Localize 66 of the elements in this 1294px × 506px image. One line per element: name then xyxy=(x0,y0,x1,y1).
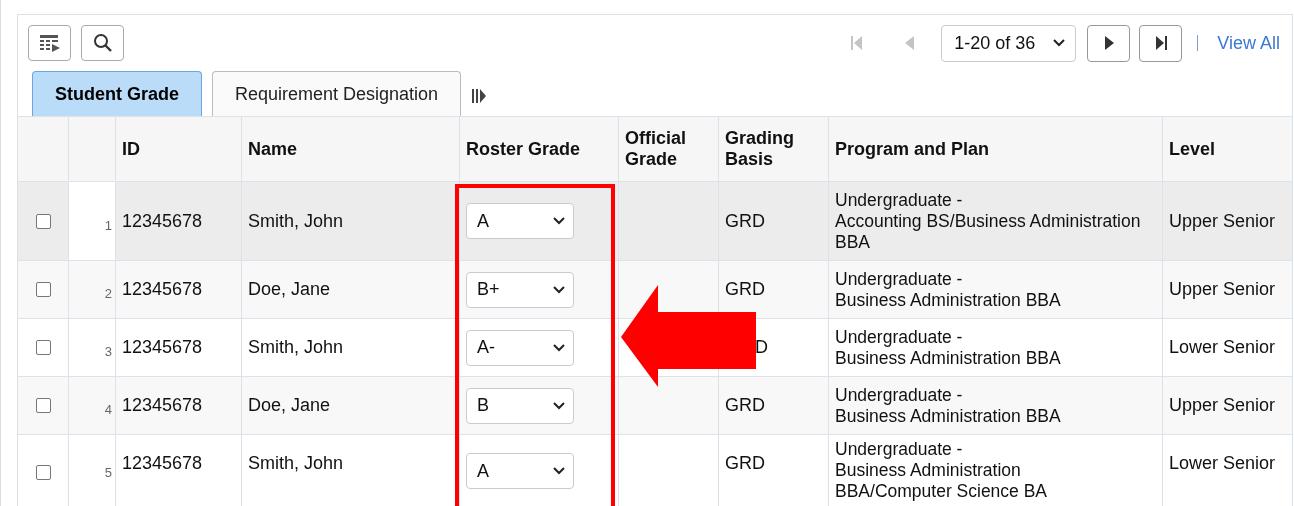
caret-icon xyxy=(553,343,565,352)
program-plan: Undergraduate - Business Administration BBA xyxy=(835,326,1061,369)
show-columns-icon[interactable] xyxy=(471,88,488,104)
caret-icon xyxy=(553,285,565,294)
student-name: Smith, John xyxy=(248,337,344,358)
student-id: 12345678 xyxy=(122,337,203,358)
grid-icon xyxy=(38,34,61,52)
grading-basis: D xyxy=(755,337,768,358)
student-id: 12345678 xyxy=(122,279,203,300)
caret-icon xyxy=(553,217,565,225)
student-id: 12345678 xyxy=(122,395,203,416)
grade-select[interactable]: A- xyxy=(466,329,574,366)
next-icon xyxy=(1102,35,1115,51)
grading-basis: GRD xyxy=(725,279,765,300)
first-page-icon xyxy=(849,35,864,51)
student-level: Upper Senior xyxy=(1169,279,1276,300)
row-checkbox[interactable] xyxy=(35,213,51,229)
grade-value: A- xyxy=(477,337,495,358)
row-checkbox[interactable] xyxy=(35,340,51,355)
row-checkbox[interactable] xyxy=(35,282,51,297)
tab[interactable]: Student Grade xyxy=(32,71,202,116)
grade-value: B+ xyxy=(477,279,500,300)
student-level: Lower Senior xyxy=(1169,337,1276,358)
student-level: Lower Senior xyxy=(1169,453,1276,474)
student-name: Doe, Jane xyxy=(248,279,331,300)
grade-value: A xyxy=(477,460,489,482)
row-number: 5 xyxy=(104,465,112,480)
grading-basis: GRD xyxy=(725,453,765,474)
caret-icon xyxy=(553,467,565,475)
student-level: Upper Senior xyxy=(1169,395,1276,416)
tab[interactable]: Requirement Designation xyxy=(212,71,462,116)
page-range-select[interactable]: 1-20 of 36 xyxy=(941,24,1077,62)
grade-select[interactable]: B+ xyxy=(466,271,574,308)
grading-basis: GRD xyxy=(725,395,765,416)
program-plan: Undergraduate - Accounting BS/Business Administration BBA xyxy=(835,189,1141,253)
grading-basis: GRD xyxy=(725,210,765,232)
view-all-link[interactable]: View All xyxy=(1217,32,1280,54)
program-plan: Undergraduate - Business Administration BBA xyxy=(835,268,1061,311)
grade-value: A xyxy=(477,210,489,232)
student-level: Upper Senior xyxy=(1169,210,1276,232)
next-page-button[interactable] xyxy=(1087,24,1131,62)
student-id: 12345678 xyxy=(122,210,203,232)
row-checkbox[interactable] xyxy=(35,465,51,480)
grade-select[interactable]: A xyxy=(466,203,574,239)
row-number: 3 xyxy=(104,344,112,359)
program-plan: Undergraduate - Business Administration BBA/Computer Science BA xyxy=(835,439,1048,502)
grade-value: B xyxy=(477,395,489,416)
student-id: 12345678 xyxy=(122,453,203,474)
search-button[interactable] xyxy=(81,25,124,61)
program-plan: Undergraduate - Business Administration BBA xyxy=(835,384,1061,427)
caret-icon xyxy=(1053,39,1066,47)
range-text: 1-20 of 36 xyxy=(954,32,1036,54)
search-icon xyxy=(92,33,113,53)
student-name: Smith, John xyxy=(248,453,344,474)
row-number: 2 xyxy=(104,286,112,301)
grade-select[interactable]: B xyxy=(466,387,574,424)
row-number: 1 xyxy=(104,217,112,233)
student-name: Doe, Jane xyxy=(248,395,331,416)
student-name: Smith, John xyxy=(248,210,344,232)
row-checkbox[interactable] xyxy=(35,398,51,413)
grid-button[interactable] xyxy=(28,25,71,61)
caret-icon xyxy=(553,401,565,410)
row-number: 4 xyxy=(104,402,112,417)
last-page-icon xyxy=(1153,35,1168,51)
grade-select[interactable]: A xyxy=(466,453,574,489)
last-page-button[interactable] xyxy=(1139,24,1183,62)
